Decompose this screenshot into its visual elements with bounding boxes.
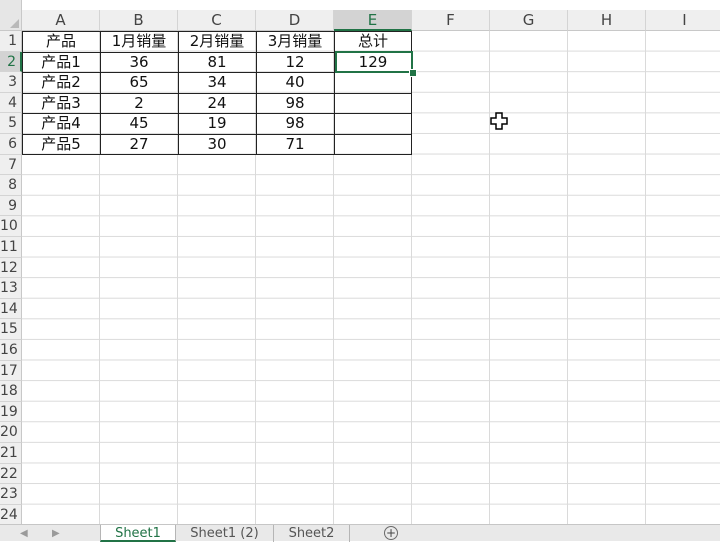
column-header-f[interactable]: F xyxy=(412,10,490,31)
row-header-2[interactable]: 2 xyxy=(0,51,22,73)
table-header-cell[interactable]: 1月销量 xyxy=(100,31,178,52)
plus-circle-icon[interactable]: + xyxy=(384,526,398,540)
triangle-left-icon[interactable]: ◀ xyxy=(20,528,28,539)
table-row-border xyxy=(22,113,412,115)
table-cell[interactable]: 产品4 xyxy=(22,113,100,134)
spreadsheet-grid[interactable]: ABCDEFGHI 1 2 3 4 5 6 7 8 9 10 11 12 13 14 15 16 17 18 19 2… xyxy=(0,0,720,524)
row-header-12[interactable]: 12 xyxy=(0,257,22,279)
table-cell[interactable]: 产品3 xyxy=(22,93,100,114)
sheet-tab-sheet2[interactable]: Sheet2 xyxy=(274,525,350,542)
column-header-h[interactable]: H xyxy=(568,10,646,31)
table-cell[interactable]: 19 xyxy=(178,113,256,134)
row-header-9[interactable]: 9 xyxy=(0,195,22,217)
column-header-i[interactable]: I xyxy=(646,10,720,31)
row-header-16[interactable]: 16 xyxy=(0,340,22,361)
top-strip xyxy=(22,0,720,10)
select-all-corner[interactable] xyxy=(0,0,22,31)
column-header-b[interactable]: B xyxy=(100,10,178,31)
table-cell[interactable]: 40 xyxy=(256,72,334,93)
row-header-15[interactable]: 15 xyxy=(0,319,22,340)
row-header-5[interactable]: 5 xyxy=(0,113,22,134)
table-cell[interactable]: 产品5 xyxy=(22,134,100,155)
row-header-11[interactable]: 11 xyxy=(0,237,22,258)
row-header-14[interactable]: 14 xyxy=(0,298,22,320)
row-header-8[interactable]: 8 xyxy=(0,175,22,196)
table-row-border xyxy=(22,92,412,94)
row-header-10[interactable]: 10 xyxy=(0,216,22,237)
cross-cursor-icon xyxy=(490,112,508,130)
triangle-right-icon[interactable]: ▶ xyxy=(52,528,60,539)
table-cell[interactable]: 34 xyxy=(178,72,256,93)
selected-cell-indicator[interactable] xyxy=(335,51,413,73)
table-header-cell[interactable]: 2月销量 xyxy=(178,31,256,52)
table-cell[interactable]: 98 xyxy=(256,93,334,114)
fill-handle[interactable] xyxy=(409,69,417,77)
table-header-cell[interactable]: 总计 xyxy=(334,31,412,52)
sheet-tab-sheet1[interactable]: Sheet1 xyxy=(100,525,176,542)
row-header-24[interactable]: 24 xyxy=(0,504,22,524)
column-header-e[interactable]: E xyxy=(334,10,412,31)
table-cell[interactable]: 24 xyxy=(178,93,256,114)
table-cell[interactable] xyxy=(334,93,412,114)
row-header-19[interactable]: 19 xyxy=(0,401,22,423)
row-header-6[interactable]: 6 xyxy=(0,134,22,155)
table-cell[interactable] xyxy=(334,134,412,155)
table-header-cell[interactable]: 产品 xyxy=(22,31,100,52)
column-header-g[interactable]: G xyxy=(490,10,568,31)
row-header-3[interactable]: 3 xyxy=(0,72,22,93)
table-cell[interactable]: 71 xyxy=(256,134,334,155)
row-header-20[interactable]: 20 xyxy=(0,422,22,443)
table-cell[interactable] xyxy=(334,113,412,134)
table-cell[interactable]: 36 xyxy=(100,52,178,73)
table-row-border xyxy=(22,134,412,135)
row-header-7[interactable]: 7 xyxy=(0,154,22,176)
row-header-1[interactable]: 1 xyxy=(0,31,22,52)
table-cell[interactable]: 65 xyxy=(100,72,178,93)
table-cell[interactable]: 98 xyxy=(256,113,334,134)
table-cell[interactable]: 12 xyxy=(256,52,334,73)
table-cell[interactable]: 27 xyxy=(100,134,178,155)
table-cell[interactable]: 2 xyxy=(100,93,178,114)
column-header-a[interactable]: A xyxy=(22,10,100,31)
row-header-13[interactable]: 13 xyxy=(0,278,22,299)
table-cell[interactable]: 81 xyxy=(178,52,256,73)
table-cell[interactable] xyxy=(334,72,412,93)
sheet-tabs-bar: ◀ ▶ Sheet1 Sheet1 (2) Sheet2 + xyxy=(0,524,720,542)
row-header-21[interactable]: 21 xyxy=(0,443,22,464)
table-header-cell[interactable]: 3月销量 xyxy=(256,31,334,52)
row-header-17[interactable]: 17 xyxy=(0,360,22,382)
row-header-18[interactable]: 18 xyxy=(0,381,22,402)
row-header-23[interactable]: 23 xyxy=(0,484,22,505)
table-cell[interactable]: 产品1 xyxy=(22,52,100,73)
table-cell[interactable]: 45 xyxy=(100,113,178,134)
row-header-22[interactable]: 22 xyxy=(0,463,22,485)
column-header-d[interactable]: D xyxy=(256,10,334,31)
table-cell[interactable]: 30 xyxy=(178,134,256,155)
table-cell[interactable]: 产品2 xyxy=(22,72,100,93)
column-header-c[interactable]: C xyxy=(178,10,256,31)
row-header-4[interactable]: 4 xyxy=(0,92,22,114)
sheet-tab-sheet1-2[interactable]: Sheet1 (2) xyxy=(176,525,274,542)
